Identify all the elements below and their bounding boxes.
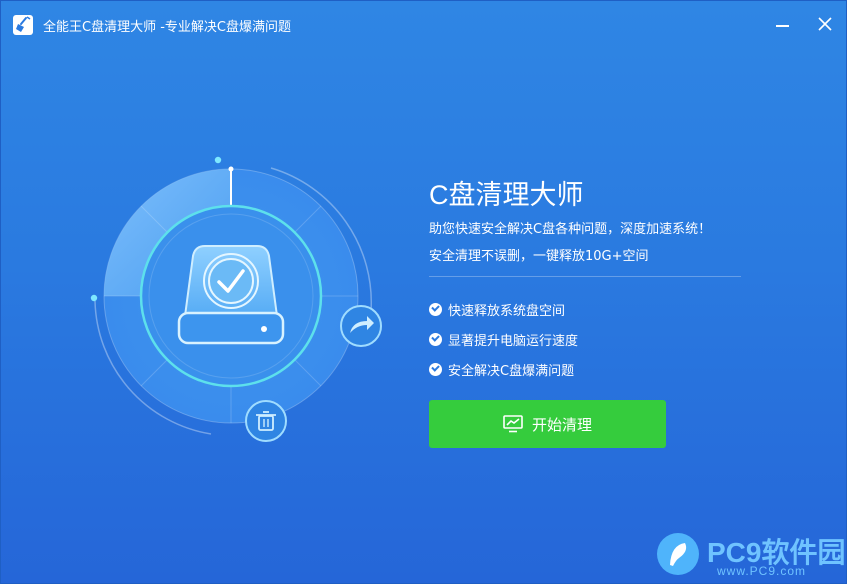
- feature-label: 安全解决C盘爆满问题: [448, 363, 575, 379]
- share-icon: [340, 305, 382, 347]
- pc9-logo-icon: [657, 533, 699, 575]
- start-button-label: 开始清理: [531, 415, 592, 434]
- orbit-dot: [214, 156, 222, 164]
- close-icon: [818, 17, 832, 31]
- hard-drive-icon: [177, 245, 285, 345]
- feature-item: 快速释放系统盘空间: [429, 294, 578, 324]
- watermark: PC9软件园 www.PC9.com: [655, 531, 845, 583]
- feature-list: 快速释放系统盘空间 显著提升电脑运行速度 安全解决C盘爆满问题: [429, 294, 578, 384]
- window-title: 全能王C盘清理大师 -专业解决C盘爆满问题: [43, 20, 291, 35]
- start-cleaning-button[interactable]: 开始清理: [429, 400, 666, 448]
- feature-label: 显著提升电脑运行速度: [448, 333, 579, 349]
- divider: [429, 276, 741, 277]
- app-broom-icon: [13, 15, 33, 35]
- check-circle-icon: [429, 302, 442, 316]
- page-title: C盘清理大师: [429, 180, 584, 210]
- feature-item: 显著提升电脑运行速度: [429, 324, 578, 354]
- title-bar: 全能王C盘清理大师 -专业解决C盘爆满问题: [1, 1, 846, 47]
- feature-label: 快速释放系统盘空间: [448, 303, 566, 319]
- app-window: 全能王C盘清理大师 -专业解决C盘爆满问题 C盘清理大师 助您快速安全解决C盘各…: [0, 0, 847, 584]
- check-circle-icon: [429, 362, 442, 376]
- minimize-button[interactable]: [771, 13, 795, 37]
- feature-item: 安全解决C盘爆满问题: [429, 354, 578, 384]
- description-line-1: 助您快速安全解决C盘各种问题，深度加速系统！: [429, 222, 712, 237]
- trash-icon: [245, 400, 287, 442]
- watermark-url: www.PC9.com: [717, 564, 807, 578]
- disk-scan-graphic: [81, 151, 401, 451]
- orbit-dot: [90, 294, 98, 302]
- description-line-2: 安全清理不误删，一键释放10G+空间: [429, 249, 649, 264]
- close-button[interactable]: [813, 13, 837, 37]
- monitor-chart-icon: [503, 415, 523, 433]
- check-circle-icon: [429, 332, 442, 346]
